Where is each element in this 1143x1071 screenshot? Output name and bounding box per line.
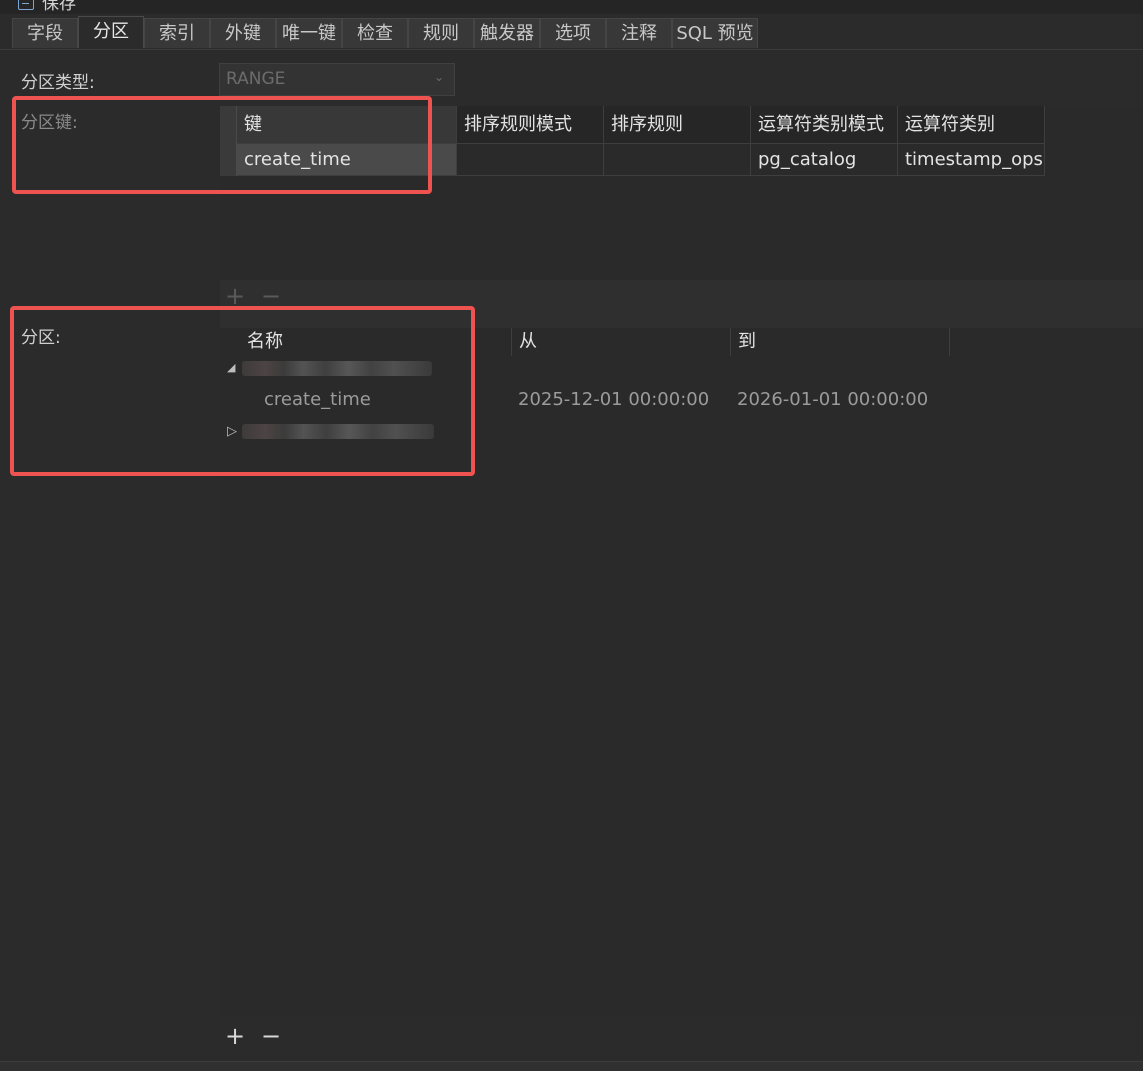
add-key-button[interactable]: +	[225, 284, 245, 308]
save-button-label[interactable]: 保存	[42, 0, 76, 14]
tab-rules[interactable]: 规则	[408, 18, 474, 48]
opclass-column-header[interactable]: 运算符类别	[898, 106, 1045, 144]
title-strip	[0, 0, 1143, 14]
collation-schema-cell[interactable]	[457, 144, 604, 176]
tab-fields[interactable]: 字段	[12, 18, 78, 48]
partition-type-label: 分区类型:	[21, 73, 95, 93]
tab-options[interactable]: 选项	[540, 18, 606, 48]
tab-index[interactable]: 索引	[144, 18, 210, 48]
tab-unique-keys[interactable]: 唯一键	[276, 18, 342, 48]
save-icon[interactable]	[18, 0, 34, 10]
opclass-cell[interactable]: timestamp_ops	[898, 144, 1045, 176]
opclass-schema-column-header[interactable]: 运算符类别模式	[751, 106, 898, 144]
chevron-down-icon[interactable]: ⌄	[434, 71, 444, 83]
annotation-box-key	[12, 96, 432, 194]
tab-partition[interactable]: 分区	[78, 16, 144, 48]
tab-comments[interactable]: 注释	[606, 18, 672, 48]
collation-column-header[interactable]: 排序规则	[604, 106, 751, 144]
collation-schema-column-header[interactable]: 排序规则模式	[457, 106, 604, 144]
add-partition-button[interactable]: +	[225, 1024, 245, 1048]
partition-type-select[interactable]: RANGE	[219, 63, 455, 96]
bottom-border	[0, 1061, 1143, 1071]
partitions-toolbar	[220, 1015, 1143, 1061]
partition-from-value[interactable]: 2025-12-01 00:00:00	[518, 386, 709, 414]
tab-foreign-keys[interactable]: 外键	[210, 18, 276, 48]
to-column-header[interactable]: 到	[731, 328, 950, 356]
from-column-header[interactable]: 从	[512, 328, 731, 356]
remove-key-button[interactable]: −	[261, 284, 281, 308]
remove-partition-button[interactable]: −	[261, 1024, 281, 1048]
tab-triggers[interactable]: 触发器	[474, 18, 540, 48]
collation-cell[interactable]	[604, 144, 751, 176]
tab-sql-preview[interactable]: SQL 预览	[672, 18, 758, 48]
annotation-box-partitions	[10, 306, 475, 476]
partition-to-value[interactable]: 2026-01-01 00:00:00	[737, 386, 928, 414]
opclass-schema-cell[interactable]: pg_catalog	[751, 144, 898, 176]
tab-checks[interactable]: 检查	[342, 18, 408, 48]
